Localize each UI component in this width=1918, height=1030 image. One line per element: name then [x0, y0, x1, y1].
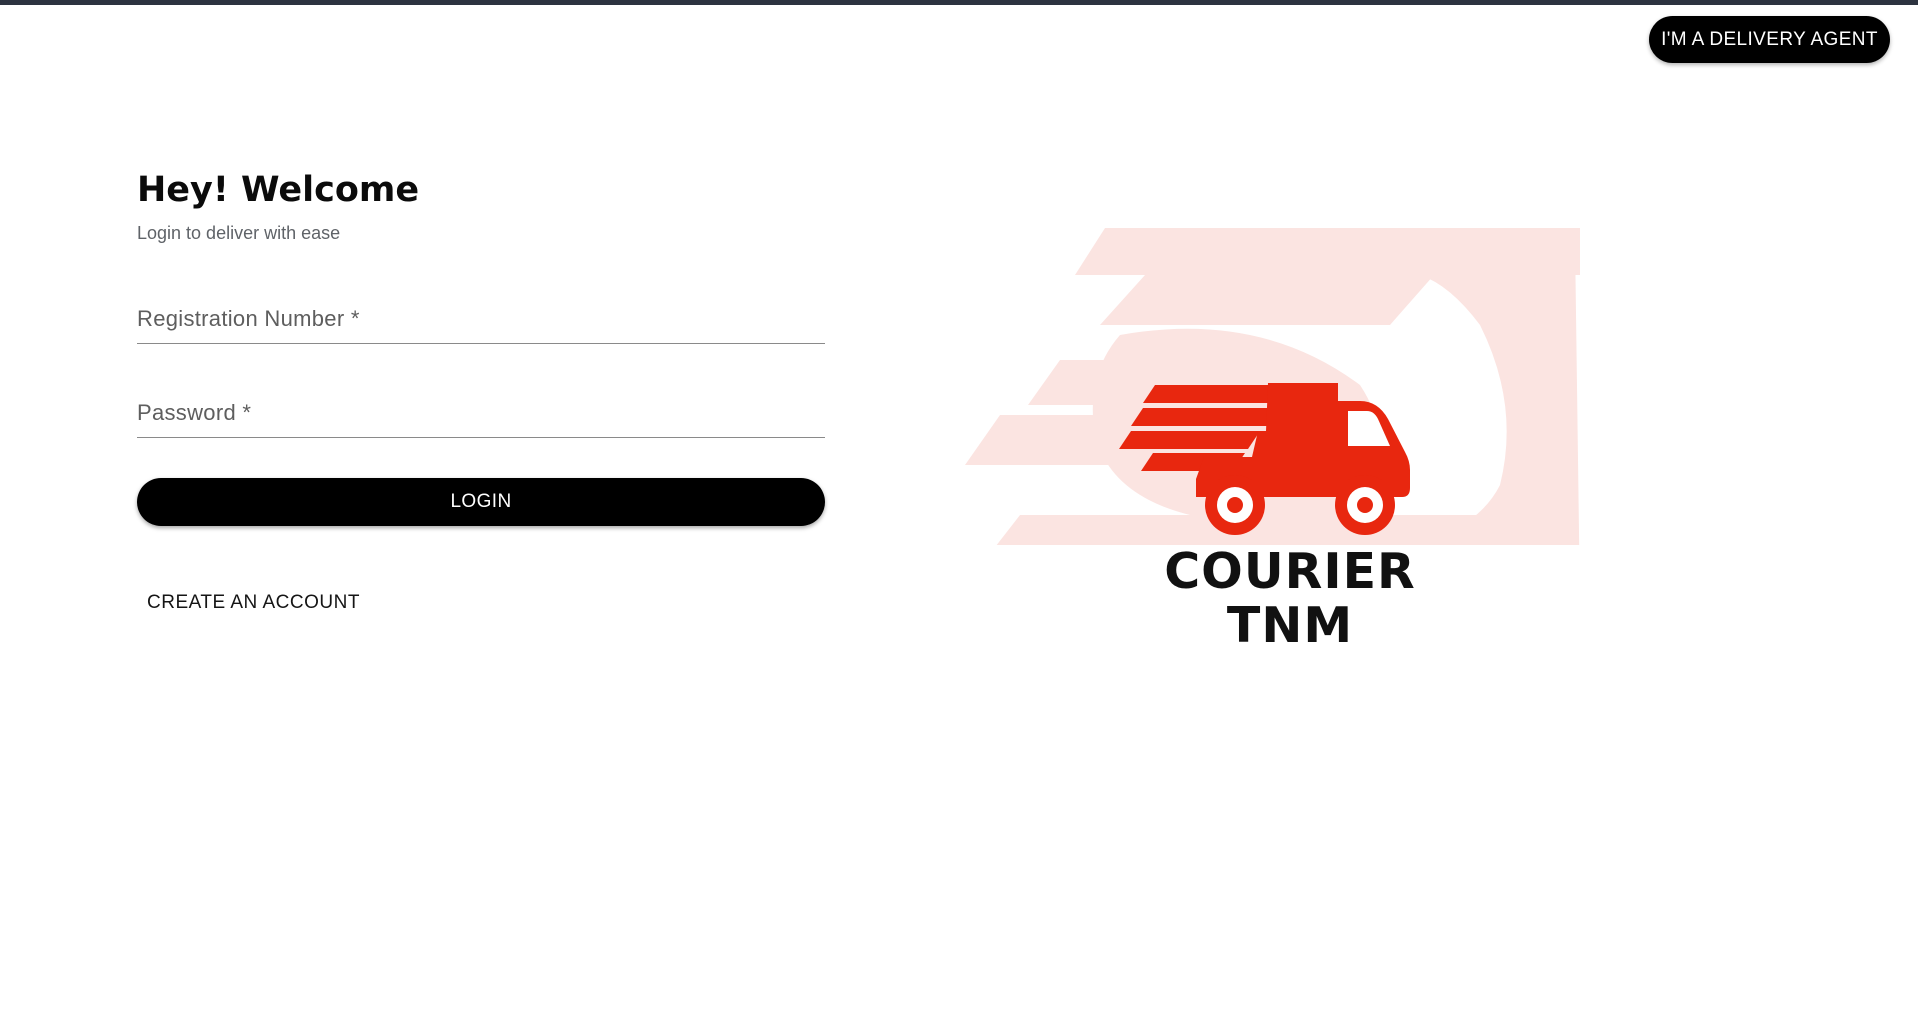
brand-name-line-1: COURIER	[1164, 543, 1416, 600]
courier-logo: COURIER TNM	[960, 225, 1620, 655]
page-subtitle: Login to deliver with ease	[137, 223, 341, 243]
delivery-agent-button[interactable]: I'M A DELIVERY AGENT	[1649, 16, 1890, 63]
registration-field	[137, 295, 825, 344]
registration-number-input[interactable]	[137, 295, 825, 343]
brand-name-line-2: TNM	[1226, 597, 1354, 654]
delivery-truck-icon	[1119, 383, 1410, 535]
create-account-link[interactable]: CREATE AN ACCOUNT	[147, 592, 360, 614]
password-field	[137, 389, 825, 438]
top-stripe	[0, 0, 1918, 5]
page-title: Hey! Welcome	[137, 170, 420, 210]
password-input[interactable]	[137, 389, 825, 437]
login-button[interactable]: LOGIN	[137, 478, 825, 526]
